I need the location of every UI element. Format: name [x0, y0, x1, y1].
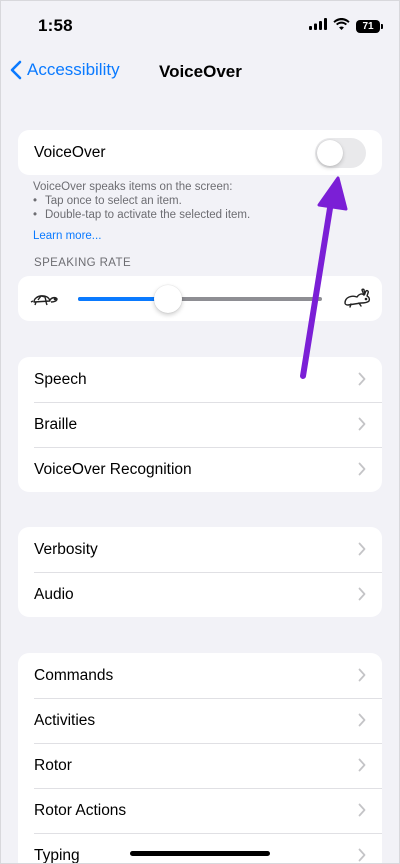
page-title: VoiceOver	[159, 62, 242, 81]
settings-row-activities[interactable]: Activities	[18, 698, 382, 743]
row-label: Activities	[34, 711, 96, 729]
turtle-icon	[30, 288, 60, 313]
status-bar: 1:58 71	[0, 0, 400, 50]
verbosity-audio-group: Verbosity Audio	[18, 527, 382, 617]
battery-icon: 71	[356, 19, 383, 33]
chevron-right-icon	[358, 417, 366, 431]
chevron-right-icon	[358, 848, 366, 862]
voiceover-toggle-row: VoiceOver	[18, 130, 382, 175]
row-label: Braille	[34, 415, 78, 433]
chevron-right-icon	[358, 713, 366, 727]
chevron-left-icon	[10, 60, 22, 80]
row-label: Rotor	[34, 756, 72, 774]
description-title: VoiceOver speaks items on the screen:	[33, 181, 233, 193]
toggle-knob	[317, 140, 343, 166]
row-label: Verbosity	[34, 540, 98, 558]
settings-row-speech[interactable]: Speech	[18, 357, 382, 402]
voiceover-toggle-group: VoiceOver	[18, 130, 382, 175]
commands-group: Commands Activities Rotor Rotor Actions …	[18, 653, 382, 864]
row-label: Rotor Actions	[34, 801, 127, 819]
cellular-signal-icon	[309, 17, 327, 35]
chevron-right-icon	[358, 542, 366, 556]
settings-row-audio[interactable]: Audio	[18, 572, 382, 617]
chevron-right-icon	[358, 668, 366, 682]
settings-row-rotor[interactable]: Rotor	[18, 743, 382, 788]
settings-row-typing[interactable]: Typing	[18, 833, 382, 864]
description-bullet: • Tap once to select an item.	[33, 195, 182, 207]
voiceover-description: VoiceOver speaks items on the screen: • T…	[33, 180, 373, 222]
navigation-bar: Accessibility VoiceOver	[0, 52, 400, 92]
chevron-right-icon	[358, 372, 366, 386]
chevron-right-icon	[358, 803, 366, 817]
speaking-rate-slider[interactable]	[78, 297, 322, 301]
voiceover-settings-group: Speech Braille VoiceOver Recognition	[18, 357, 382, 492]
home-indicator	[130, 851, 270, 856]
settings-row-verbosity[interactable]: Verbosity	[18, 527, 382, 572]
settings-row-rotor-actions[interactable]: Rotor Actions	[18, 788, 382, 833]
speaking-rate-group	[18, 276, 382, 321]
chevron-right-icon	[358, 462, 366, 476]
row-label: Audio	[34, 585, 74, 603]
status-time: 1:58	[38, 16, 73, 35]
chevron-right-icon	[358, 587, 366, 601]
back-button-label: Accessibility	[27, 60, 120, 79]
row-label: Typing	[34, 846, 80, 864]
chevron-right-icon	[358, 758, 366, 772]
battery-level: 71	[362, 20, 374, 32]
status-icons: 71	[309, 17, 383, 35]
description-bullet: • Double-tap to activate the selected ite…	[33, 209, 251, 221]
wifi-icon	[333, 17, 350, 35]
voiceover-toggle-label: VoiceOver	[34, 143, 106, 161]
row-label: Commands	[34, 666, 114, 684]
slider-thumb[interactable]	[154, 285, 183, 313]
row-label: VoiceOver Recognition	[34, 460, 192, 478]
voiceover-toggle-switch[interactable]	[315, 138, 366, 168]
settings-row-braille[interactable]: Braille	[18, 402, 382, 447]
row-label: Speech	[34, 370, 87, 388]
rabbit-icon	[342, 287, 372, 314]
learn-more-link[interactable]: Learn more...	[33, 230, 101, 242]
settings-row-voiceover-recognition[interactable]: VoiceOver Recognition	[18, 447, 382, 492]
settings-row-commands[interactable]: Commands	[18, 653, 382, 698]
back-button[interactable]: Accessibility	[10, 60, 120, 80]
speaking-rate-header: SPEAKING RATE	[34, 257, 132, 269]
